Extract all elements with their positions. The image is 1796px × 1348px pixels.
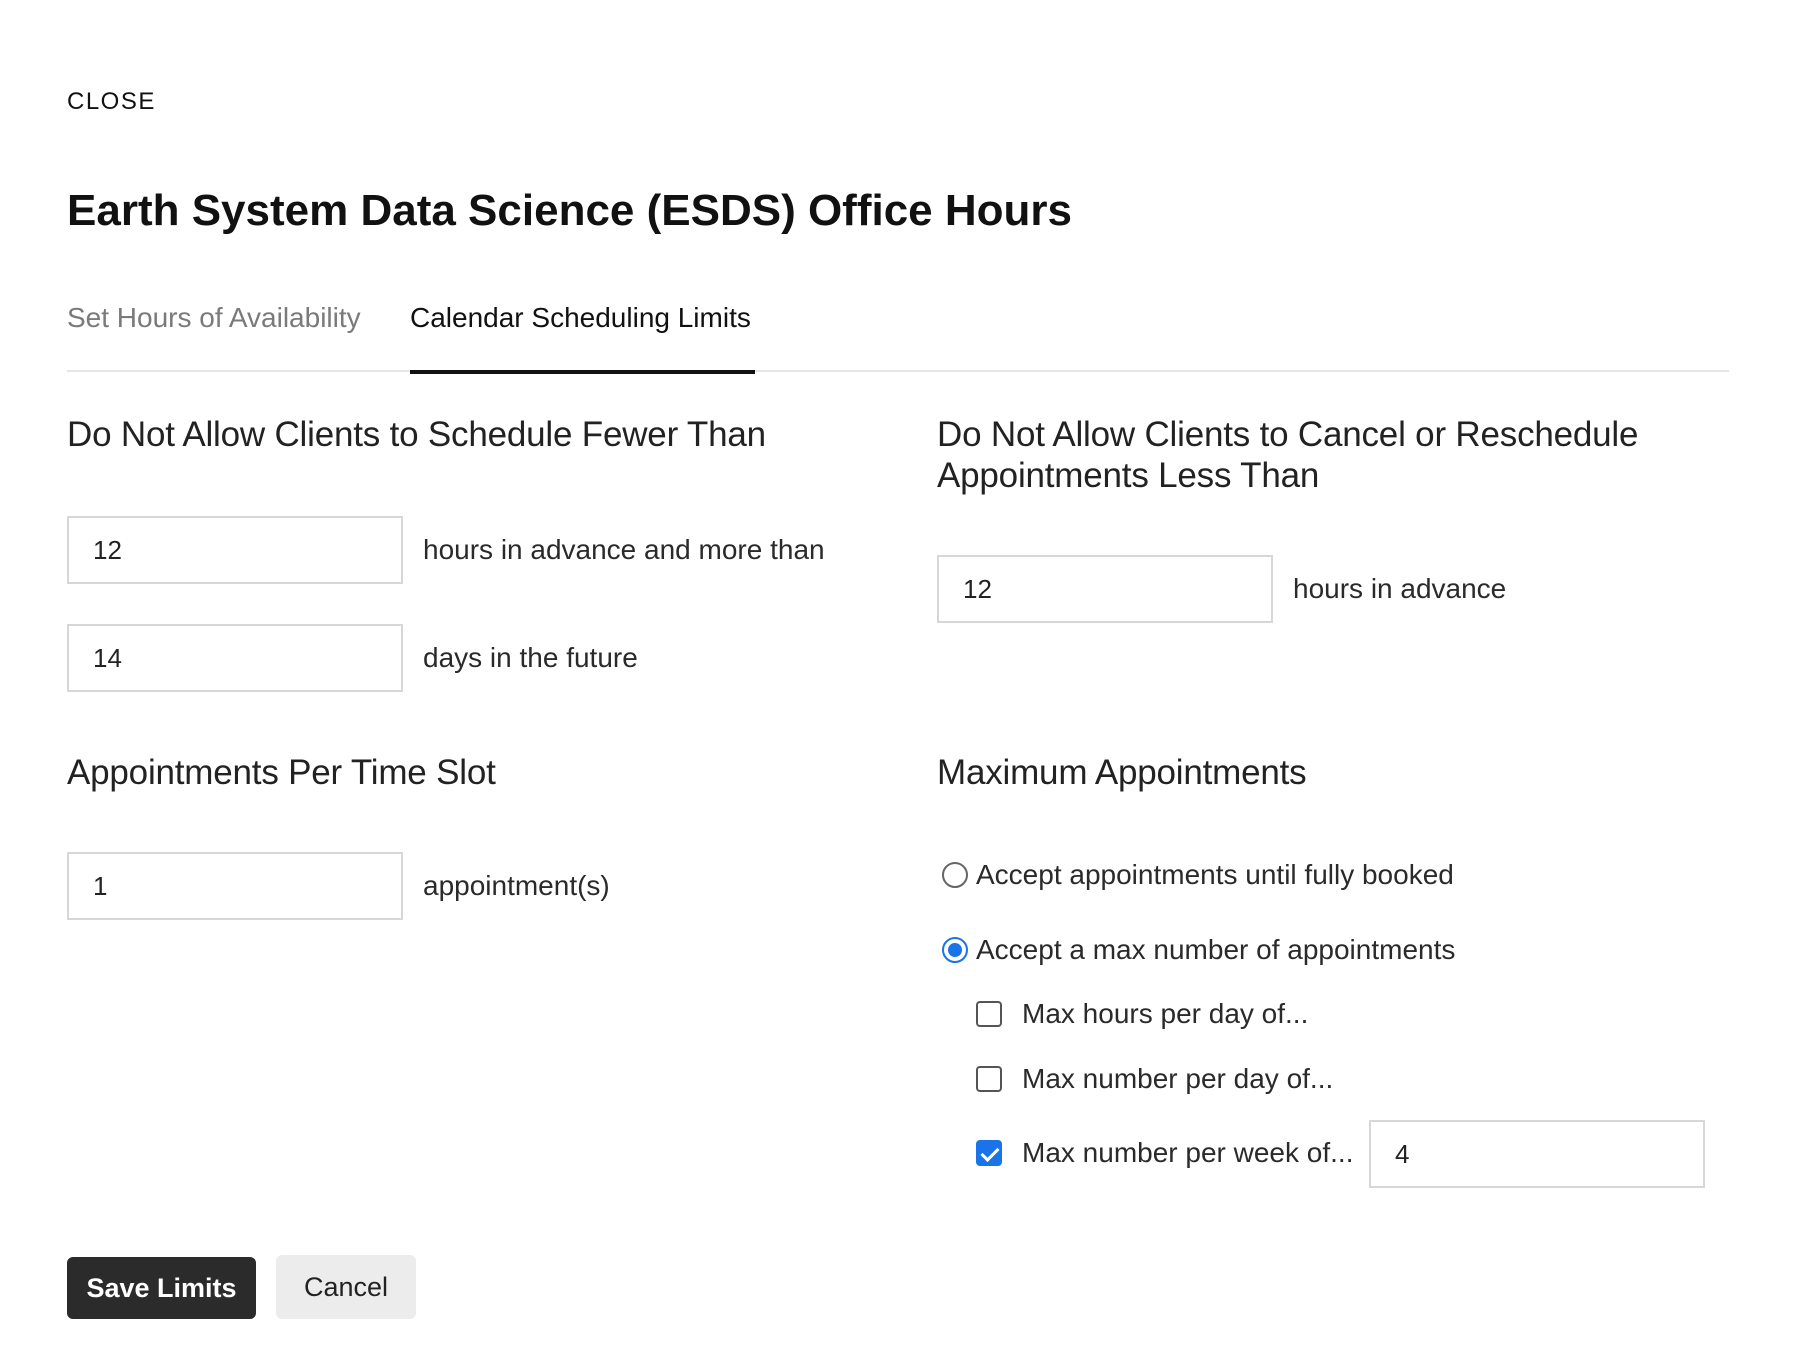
check-max-number-per-week[interactable]: Max number per week of... — [976, 1137, 1353, 1169]
checkbox-checked[interactable] — [976, 1140, 1002, 1166]
radio-button-selected[interactable] — [942, 937, 968, 963]
radio-max-number[interactable]: Accept a max number of appointments — [942, 934, 1455, 966]
per-slot-label: appointment(s) — [423, 870, 610, 901]
checkbox-label: Max number per week of... — [1022, 1137, 1354, 1168]
scheduling-limits-dialog: CLOSE Earth System Data Science (ESDS) O… — [0, 0, 1796, 1348]
maximum-appointments-heading: Maximum Appointments — [937, 753, 1307, 792]
checkbox-label: Max number per day of... — [1022, 1063, 1334, 1094]
schedule-hours-input[interactable] — [67, 516, 403, 584]
radio-button[interactable] — [942, 862, 968, 888]
cancel-hours-input[interactable] — [937, 555, 1273, 623]
checkbox-label: Max hours per day of... — [1022, 998, 1309, 1029]
close-link[interactable]: CLOSE — [67, 88, 156, 116]
cancel-limits-heading: Do Not Allow Clients to Cancel or Resche… — [937, 414, 1638, 496]
cancel-limits-heading-line1: Do Not Allow Clients to Cancel or Resche… — [937, 415, 1639, 454]
schedule-days-label: days in the future — [423, 642, 638, 673]
cancel-hours-label: hours in advance — [1293, 573, 1507, 604]
radio-label: Accept appointments until fully booked — [976, 859, 1454, 890]
cancel-button[interactable]: Cancel — [276, 1255, 416, 1319]
schedule-days-input[interactable] — [67, 624, 403, 692]
schedule-hours-label: hours in advance and more than — [423, 534, 825, 565]
check-max-hours-per-day[interactable]: Max hours per day of... — [976, 998, 1308, 1030]
checkbox[interactable] — [976, 1066, 1002, 1092]
page-title: Earth System Data Science (ESDS) Office … — [67, 186, 1072, 235]
schedule-limits-heading: Do Not Allow Clients to Schedule Fewer T… — [67, 415, 766, 454]
tab-calendar-scheduling-limits[interactable]: Calendar Scheduling Limits — [410, 300, 755, 374]
per-slot-heading: Appointments Per Time Slot — [67, 753, 496, 792]
radio-until-fully-booked[interactable]: Accept appointments until fully booked — [942, 859, 1454, 891]
tab-bar: Set Hours of Availability Calendar Sched… — [67, 300, 1729, 374]
save-limits-button[interactable]: Save Limits — [67, 1257, 256, 1319]
checkbox[interactable] — [976, 1001, 1002, 1027]
per-slot-input[interactable] — [67, 852, 403, 920]
radio-label: Accept a max number of appointments — [976, 934, 1456, 965]
tab-set-hours-of-availability[interactable]: Set Hours of Availability — [67, 300, 361, 372]
check-max-number-per-day[interactable]: Max number per day of... — [976, 1063, 1333, 1095]
max-per-week-input[interactable] — [1369, 1120, 1705, 1188]
cancel-limits-heading-line2: Appointments Less Than — [937, 456, 1320, 495]
